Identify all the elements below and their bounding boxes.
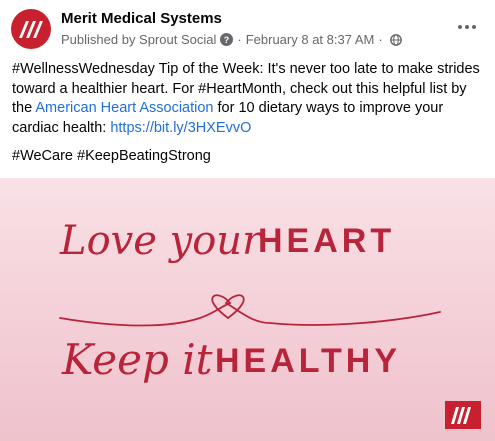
published-by: Published by Sprout Social xyxy=(61,32,217,47)
image-line2-script: Keep it xyxy=(61,335,213,384)
post-meta: Published by Sprout Social ? · February … xyxy=(61,32,402,47)
bitly-link[interactable]: https://bit.ly/3HXEvvO xyxy=(110,120,251,136)
globe-icon[interactable] xyxy=(389,33,402,46)
heartbeat-line-icon xyxy=(59,294,441,327)
more-options-button[interactable] xyxy=(453,13,481,41)
post-text: #WellnessWednesday Tip of the Week: It's… xyxy=(12,60,490,167)
more-horizontal-icon xyxy=(458,25,476,29)
post-timestamp[interactable]: February 8 at 8:37 AM xyxy=(246,32,375,47)
image-line1-script: Love your xyxy=(59,218,264,264)
post-header: Merit Medical Systems Published by Sprou… xyxy=(0,0,495,58)
meta-separator: · xyxy=(237,32,242,47)
aha-link[interactable]: American Heart Association xyxy=(35,100,213,116)
page-name[interactable]: Merit Medical Systems xyxy=(61,10,222,27)
post-hashtags: #WeCare #KeepBeatingStrong xyxy=(12,148,211,164)
heart-graphic: Love your HEART Keep it HEALTHY xyxy=(59,218,441,384)
image-line2-caps: HEALTHY xyxy=(215,342,401,380)
info-circle-icon[interactable]: ? xyxy=(220,33,234,46)
meta-separator-2: · xyxy=(378,32,383,47)
post-paragraph-1: #WellnessWednesday Tip of the Week: It's… xyxy=(12,60,490,138)
merit-logo-icon xyxy=(19,21,43,38)
merit-corner-logo xyxy=(445,401,481,429)
page-avatar[interactable] xyxy=(11,9,51,49)
merit-logo-icon xyxy=(451,407,471,424)
svg-text:?: ? xyxy=(224,35,230,45)
post-image[interactable]: Love your HEART Keep it HEALTHY xyxy=(0,178,495,441)
image-line1-caps: HEART xyxy=(258,222,395,260)
